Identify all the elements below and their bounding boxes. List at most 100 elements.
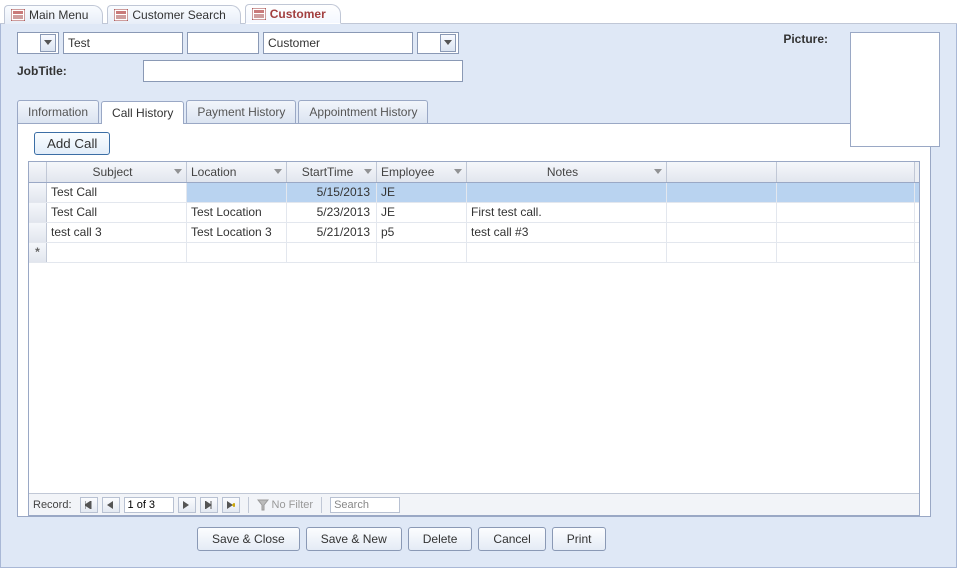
add-call-button[interactable]: Add Call [34,132,110,155]
cell-location[interactable] [187,243,287,262]
form-icon [114,9,128,21]
separator [248,497,249,513]
tab-payment-history[interactable]: Payment History [186,100,296,123]
prefix-combo[interactable] [17,32,59,54]
record-label: Record: [33,499,72,511]
col-subject[interactable]: Subject [47,162,187,182]
cell-employee[interactable]: JE [377,183,467,202]
cell-employee[interactable]: JE [377,203,467,222]
form-icon [11,9,25,21]
table-new-row[interactable] [29,243,919,263]
button-label: Add Call [47,136,97,151]
cell-location[interactable] [187,183,287,202]
row-selector[interactable] [29,223,47,242]
jobtitle-row: JobTitle: [17,60,940,82]
middle-name-field[interactable] [187,32,259,54]
filter-label: No Filter [272,499,314,511]
record-position-field[interactable] [124,497,174,513]
tab-call-history[interactable]: Call History [101,101,184,124]
chevron-down-icon [364,169,372,175]
col-blank[interactable] [777,162,915,182]
cell-notes[interactable]: First test call. [467,203,667,222]
nav-prev-button[interactable] [102,497,120,513]
col-label: Subject [51,165,174,179]
table-row[interactable]: Test Call 5/15/2013 JE [29,183,919,203]
tab-main-menu[interactable]: Main Menu [4,5,103,24]
cell-blank[interactable] [667,203,777,222]
table-row[interactable]: test call 3 Test Location 3 5/21/2013 p5… [29,223,919,243]
chevron-down-icon [454,169,462,175]
button-label: Print [567,532,592,546]
jobtitle-field[interactable] [143,60,463,82]
row-selector[interactable] [29,243,47,262]
tab-label: Appointment History [309,105,417,119]
cell-starttime[interactable]: 5/21/2013 [287,223,377,242]
col-starttime[interactable]: StartTime [287,162,377,182]
tab-information[interactable]: Information [17,100,99,123]
funnel-icon [257,499,269,511]
chevron-down-icon[interactable] [40,34,56,52]
cell-blank[interactable] [777,243,915,262]
select-all-cell[interactable] [29,162,47,182]
search-input[interactable] [330,497,400,513]
nav-last-button[interactable] [200,497,218,513]
print-button[interactable]: Print [552,527,607,551]
call-history-panel: Add Call Subject Location StartTime Empl… [17,123,931,517]
cell-blank[interactable] [777,223,915,242]
save-new-button[interactable]: Save & New [306,527,402,551]
nav-first-button[interactable] [80,497,98,513]
tab-customer[interactable]: Customer [245,4,341,24]
picture-box[interactable] [850,32,940,147]
cell-notes[interactable] [467,243,667,262]
delete-button[interactable]: Delete [408,527,473,551]
cell-starttime[interactable]: 5/15/2013 [287,183,377,202]
col-label: Notes [471,165,654,179]
cell-location[interactable]: Test Location [187,203,287,222]
cell-blank[interactable] [667,223,777,242]
cell-subject[interactable] [47,243,187,262]
tab-label: Information [28,105,88,119]
cell-subject[interactable]: test call 3 [47,223,187,242]
action-bar: Save & Close Save & New Delete Cancel Pr… [17,517,940,555]
col-employee[interactable]: Employee [377,162,467,182]
tab-customer-search[interactable]: Customer Search [107,5,240,24]
cell-notes[interactable] [467,183,667,202]
cell-location[interactable]: Test Location 3 [187,223,287,242]
call-datasheet: Subject Location StartTime Employee Note… [28,161,920,516]
tab-appointment-history[interactable]: Appointment History [298,100,428,123]
cell-blank[interactable] [667,183,777,202]
chevron-down-icon [274,169,282,175]
datasheet-body[interactable]: Test Call 5/15/2013 JE Test Call Test Lo… [29,183,919,493]
cancel-button[interactable]: Cancel [478,527,545,551]
button-label: Delete [423,532,458,546]
nav-new-button[interactable] [222,497,240,513]
cell-blank[interactable] [667,243,777,262]
suffix-combo[interactable] [417,32,459,54]
detail-tabs: Information Call History Payment History… [17,100,940,123]
col-notes[interactable]: Notes [467,162,667,182]
save-close-button[interactable]: Save & Close [197,527,300,551]
datasheet-header: Subject Location StartTime Employee Note… [29,162,919,183]
cell-starttime[interactable]: 5/23/2013 [287,203,377,222]
col-blank[interactable] [667,162,777,182]
last-name-field[interactable]: Customer [263,32,413,54]
filter-indicator[interactable]: No Filter [257,499,314,511]
document-tabs: Main Menu Customer Search Customer [0,0,957,24]
cell-subject[interactable]: Test Call [47,203,187,222]
nav-next-button[interactable] [178,497,196,513]
row-selector[interactable] [29,183,47,202]
col-location[interactable]: Location [187,162,287,182]
row-selector[interactable] [29,203,47,222]
cell-employee[interactable]: p5 [377,223,467,242]
chevron-down-icon[interactable] [440,34,456,52]
cell-subject[interactable]: Test Call [47,183,187,202]
cell-blank[interactable] [777,203,915,222]
first-name-field[interactable]: Test [63,32,183,54]
cell-notes[interactable]: test call #3 [467,223,667,242]
cell-starttime[interactable] [287,243,377,262]
separator [321,497,322,513]
cell-blank[interactable] [777,183,915,202]
table-row[interactable]: Test Call Test Location 5/23/2013 JE Fir… [29,203,919,223]
col-label: StartTime [291,165,364,179]
cell-employee[interactable] [377,243,467,262]
